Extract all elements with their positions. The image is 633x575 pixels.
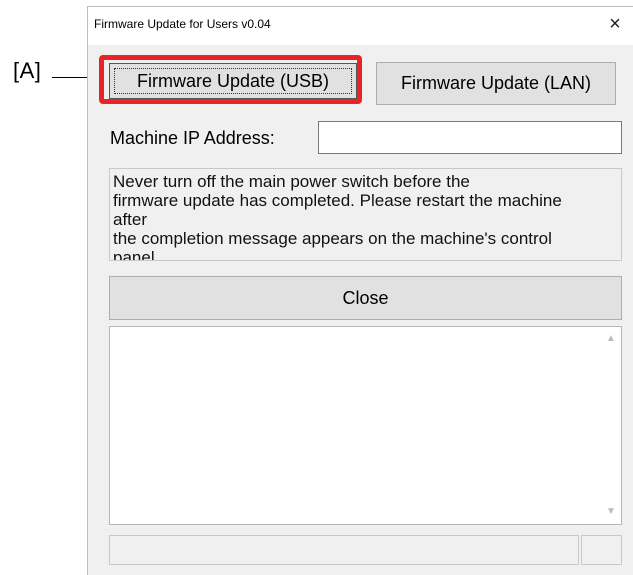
lan-button-label: Firmware Update (LAN)	[400, 73, 592, 93]
status-pane-side	[581, 535, 622, 565]
ip-address-label: Machine IP Address:	[110, 128, 275, 148]
scroll-down-icon[interactable]: ▼	[604, 505, 618, 519]
callout-label: [A]	[13, 58, 42, 83]
warning-message-box: Never turn off the main power switch bef…	[109, 168, 622, 261]
message-line: firmware update has completed. Please re…	[113, 191, 562, 210]
status-bar	[109, 535, 622, 565]
log-output-area[interactable]: ▲ ▼	[109, 326, 622, 525]
window-title: Firmware Update for Users v0.04	[94, 17, 271, 31]
title-bar: Firmware Update for Users v0.04 ×	[88, 7, 633, 45]
ip-address-input[interactable]	[318, 121, 622, 154]
focus-ring	[114, 68, 352, 94]
message-line: after	[113, 210, 148, 229]
close-button[interactable]: Close	[109, 276, 622, 320]
firmware-update-lan-button[interactable]: Firmware Update (LAN)	[376, 62, 616, 105]
scroll-up-icon[interactable]: ▲	[604, 332, 618, 346]
status-pane-main	[109, 535, 579, 565]
firmware-update-window: Firmware Update for Users v0.04 × Firmwa…	[87, 6, 633, 575]
message-line: the completion message appears on the ma…	[113, 229, 552, 248]
message-line: panel.	[113, 248, 160, 261]
close-icon[interactable]: ×	[605, 13, 625, 35]
firmware-update-usb-button[interactable]: Firmware Update (USB)	[109, 63, 357, 99]
page: [A] Firmware Update for Users v0.04 × Fi…	[0, 0, 633, 575]
message-line: Never turn off the main power switch bef…	[113, 172, 470, 191]
close-button-label: Close	[342, 287, 389, 308]
